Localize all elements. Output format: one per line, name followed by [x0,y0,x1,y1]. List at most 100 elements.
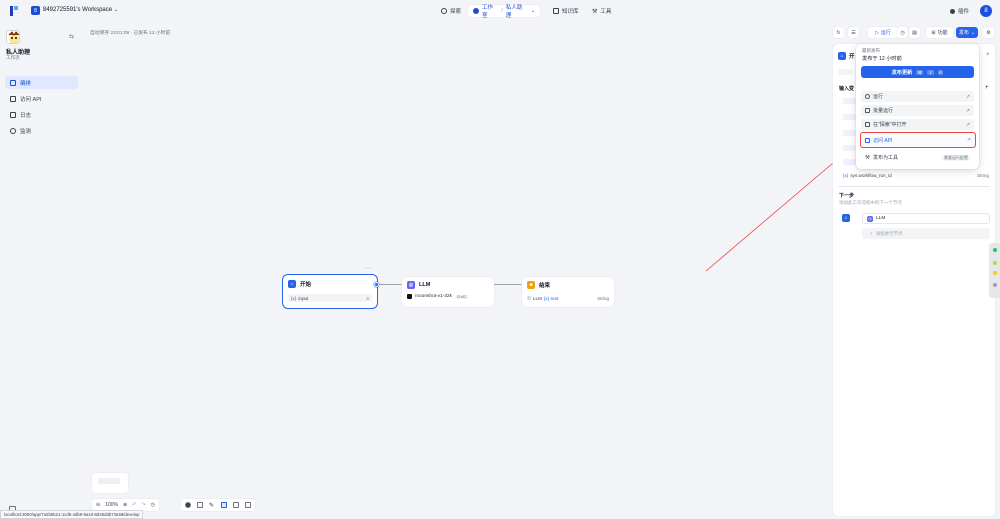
play-icon: ▷ [875,29,879,36]
plus-icon: + [870,231,873,236]
variable-row[interactable] [843,145,857,151]
edge-llm-end [494,284,522,285]
grid-icon[interactable] [233,502,239,508]
variable-row[interactable] [843,159,857,165]
zoom-level[interactable]: 100% [105,502,118,508]
next-step-title: 下一步 [839,193,855,199]
external-link-icon: ↗ [965,107,970,114]
sidebar-item-orchestrate[interactable]: 编排 [5,76,78,89]
variable-icon: {x} [843,173,849,178]
close-icon[interactable]: × [986,52,990,58]
panel-title: 开 [849,54,855,60]
checklist-icon: ☰ [851,29,856,36]
minimap-viewport [98,478,120,484]
menu-icon: ≡ [366,295,369,301]
home-icon: ⌂ [288,280,296,288]
variable-row[interactable] [843,130,857,136]
sidebar-item-api[interactable]: 访问 API [5,92,78,105]
add-icon[interactable]: + [985,85,989,91]
next-step-desc: 添加此工作流程中的下一个节点 [839,200,902,205]
llm-icon: ◎ [407,281,415,289]
app-logo-icon[interactable] [9,5,19,17]
history-icon[interactable]: ◷ [151,502,155,508]
pointer-icon[interactable]: ✎ [209,502,215,509]
book-icon [553,8,559,14]
log-icon [10,111,16,118]
sidebar-item-monitor[interactable]: 监测 [5,124,78,137]
history-button[interactable]: ◷ [897,27,908,38]
output-handle[interactable] [374,282,379,287]
llm-node[interactable]: ◎ LLM moonshot-v1-32k CHAT [402,277,494,307]
refresh-icon: ↻ [836,29,841,36]
published-time: 发布于 12 小时前 [862,56,902,62]
menu-item-batch-run[interactable]: 批量运行 ↗ [861,105,974,116]
nav-tools[interactable]: ⚒ 工具 [587,5,616,17]
undo-icon[interactable]: ↶ [132,502,136,508]
features-icon: ⊞ [931,29,936,36]
publish-button[interactable]: 发布 ⌄ [956,27,978,38]
chevron-down-icon: ⌄ [970,29,976,36]
api-icon [865,137,870,143]
top-bar: 8 8492725591's Workspace ⌄ 探索 工作室 / 私人助理 … [0,0,1000,22]
home-icon: ⌂ [842,214,850,222]
settings-button[interactable]: ⚙ [983,27,994,38]
menu-item-publish-as-tool[interactable]: ⚒ 发布为工具 需要运行配置 [861,152,974,163]
llm-model: moonshot-v1-32k CHAT [407,294,469,299]
run-button[interactable]: ▷ 运行 [868,27,898,38]
nav-knowledge[interactable]: 知识库 [548,5,584,17]
redo-icon[interactable]: ↷ [141,502,145,508]
variable-row[interactable] [843,98,857,104]
external-link-icon: ↗ [965,93,970,100]
restore-button[interactable]: ↻ [833,27,844,38]
moonshot-icon [407,294,412,299]
publish-update-button[interactable]: 发布更新 ⌘ ⇧ P [861,66,974,78]
nav-explore[interactable]: 探索 [436,5,466,17]
layout-icon[interactable] [245,502,251,508]
tool-icon: ⚒ [865,154,870,161]
add-node-icon[interactable] [185,502,191,508]
studio-icon [473,8,479,14]
add-parallel-node-button[interactable]: + 添加并行节点 [862,228,990,239]
start-variable: {x} input ≡ [288,294,372,302]
chevron-down-icon: ⌄ [114,7,119,13]
sidebar-item-logs[interactable]: 日志 [5,108,78,121]
llm-icon: ◎ [867,215,873,222]
user-avatar[interactable]: 8 [980,5,992,17]
chevron-down-icon[interactable]: ⌄ [531,8,535,14]
workspace-switcher[interactable]: 8492725591's Workspace ⌄ [43,7,118,13]
start-node[interactable]: ⌂ 开始 {x} input ≡ [283,275,377,308]
autosave-status: 自动保存 23:01:09 · 已发布 12 小时前 [90,31,171,36]
open-icon [865,122,870,127]
menu-item-open-in-explore[interactable]: 在"探索"中打开 ↗ [861,119,974,130]
monitor-icon [10,127,16,134]
menu-item-run[interactable]: 运行 ↗ [861,91,974,102]
play-icon [865,94,870,99]
variable-row[interactable] [843,114,857,120]
end-node[interactable]: ■ 结束 ◎ LLM {x} text String [522,277,614,307]
features-button[interactable]: ⊞ 功能 [926,27,953,38]
workspace-badge[interactable]: 8 [31,6,40,15]
env-button[interactable]: ▤ [909,27,920,38]
gear-icon: ⚙ [986,29,991,36]
app-type: 工作流 [6,55,20,60]
tool-icon: ⚒ [592,8,598,15]
nav-studio[interactable]: 工作室 / 私人助理 ⌄ [468,3,540,19]
next-node-llm[interactable]: ◎ LLM [862,213,990,224]
clock-icon: ◷ [900,29,905,36]
menu-item-access-api[interactable]: 访问 API ↗ [861,133,975,147]
variable-icon: {x} [291,295,297,301]
zoom-out-icon[interactable]: ⊖ [96,502,100,508]
zoom-in-icon[interactable]: ⊕ [123,502,127,508]
app-icon [6,30,20,44]
swap-icon[interactable]: ⇆ [69,33,74,40]
latest-publish-label: 最新发布 [862,48,880,53]
plugin-link[interactable]: 插件 [950,7,969,15]
more-icon[interactable]: ⋯ [365,265,371,272]
external-link-icon: ↗ [965,121,970,128]
hand-icon[interactable] [221,502,227,508]
checklist-button[interactable]: ☰ [848,27,859,38]
note-icon[interactable] [197,502,203,508]
floating-assistant-tab[interactable] [989,243,1000,298]
description-field[interactable] [838,69,852,75]
current-app-name[interactable]: 私人助理 [506,3,528,19]
